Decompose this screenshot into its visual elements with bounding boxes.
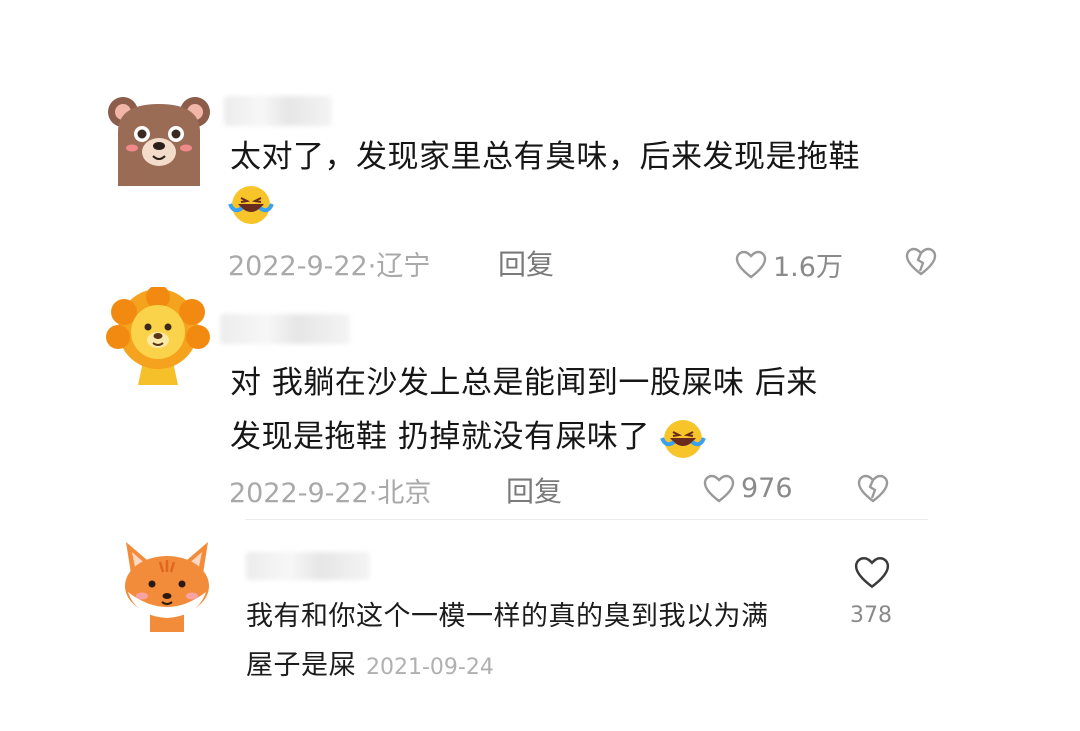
comment-text-line-2: 屋子是屎 2021-09-24 (246, 641, 494, 693)
comment-location: 辽宁 (376, 251, 431, 282)
comment-date: 2022-9-22 (228, 251, 368, 282)
comment-date: 2022-9-22 (229, 478, 369, 509)
reply-button[interactable]: 回复 (498, 243, 554, 283)
comment-meta: 2022-9-22·北京 (229, 471, 431, 510)
broken-heart-icon[interactable] (857, 474, 889, 504)
comment-text-line-1: 对 我躺在沙发上总是能闻到一股屎味 后来 (230, 365, 818, 401)
username-blurred[interactable] (224, 96, 332, 126)
comment-meta: 2022-9-22·辽宁 (228, 244, 430, 283)
like-count: 378 (850, 603, 892, 628)
fox-avatar[interactable] (118, 540, 216, 632)
comment-location: 北京 (377, 478, 432, 509)
comment-text-line-2: 发现是拖鞋 扔掉就没有屎味了 (230, 410, 707, 465)
comment-text: 太对了，发现家里总有臭味，后来发现是拖鞋 (230, 139, 860, 175)
like-count: 1.6万 (773, 252, 843, 283)
comment-date: 2021-09-24 (366, 655, 494, 680)
reply-button[interactable]: 回复 (506, 470, 562, 510)
username-blurred[interactable] (220, 314, 350, 344)
comment-text-line-2-text: 屋子是屎 (246, 650, 356, 681)
bear-avatar[interactable] (104, 92, 214, 188)
username-blurred[interactable] (246, 552, 370, 580)
heart-icon (735, 250, 767, 279)
like-button[interactable]: 1.6万 (735, 245, 843, 284)
heart-icon (703, 474, 735, 503)
crying-laughing-emoji (228, 186, 274, 224)
lion-avatar[interactable] (104, 287, 212, 387)
comment-text-line-2-text: 发现是拖鞋 扔掉就没有屎味了 (230, 419, 650, 455)
like-count: 976 (741, 473, 793, 504)
crying-laughing-emoji (660, 419, 707, 458)
divider (245, 519, 928, 520)
emoji-line (228, 184, 274, 226)
heart-icon[interactable] (853, 556, 891, 590)
broken-heart-icon[interactable] (905, 247, 937, 277)
comment-text-line-1: 我有和你这个一模一样的真的臭到我以为满 (246, 601, 769, 632)
like-button[interactable]: 976 (703, 473, 793, 504)
